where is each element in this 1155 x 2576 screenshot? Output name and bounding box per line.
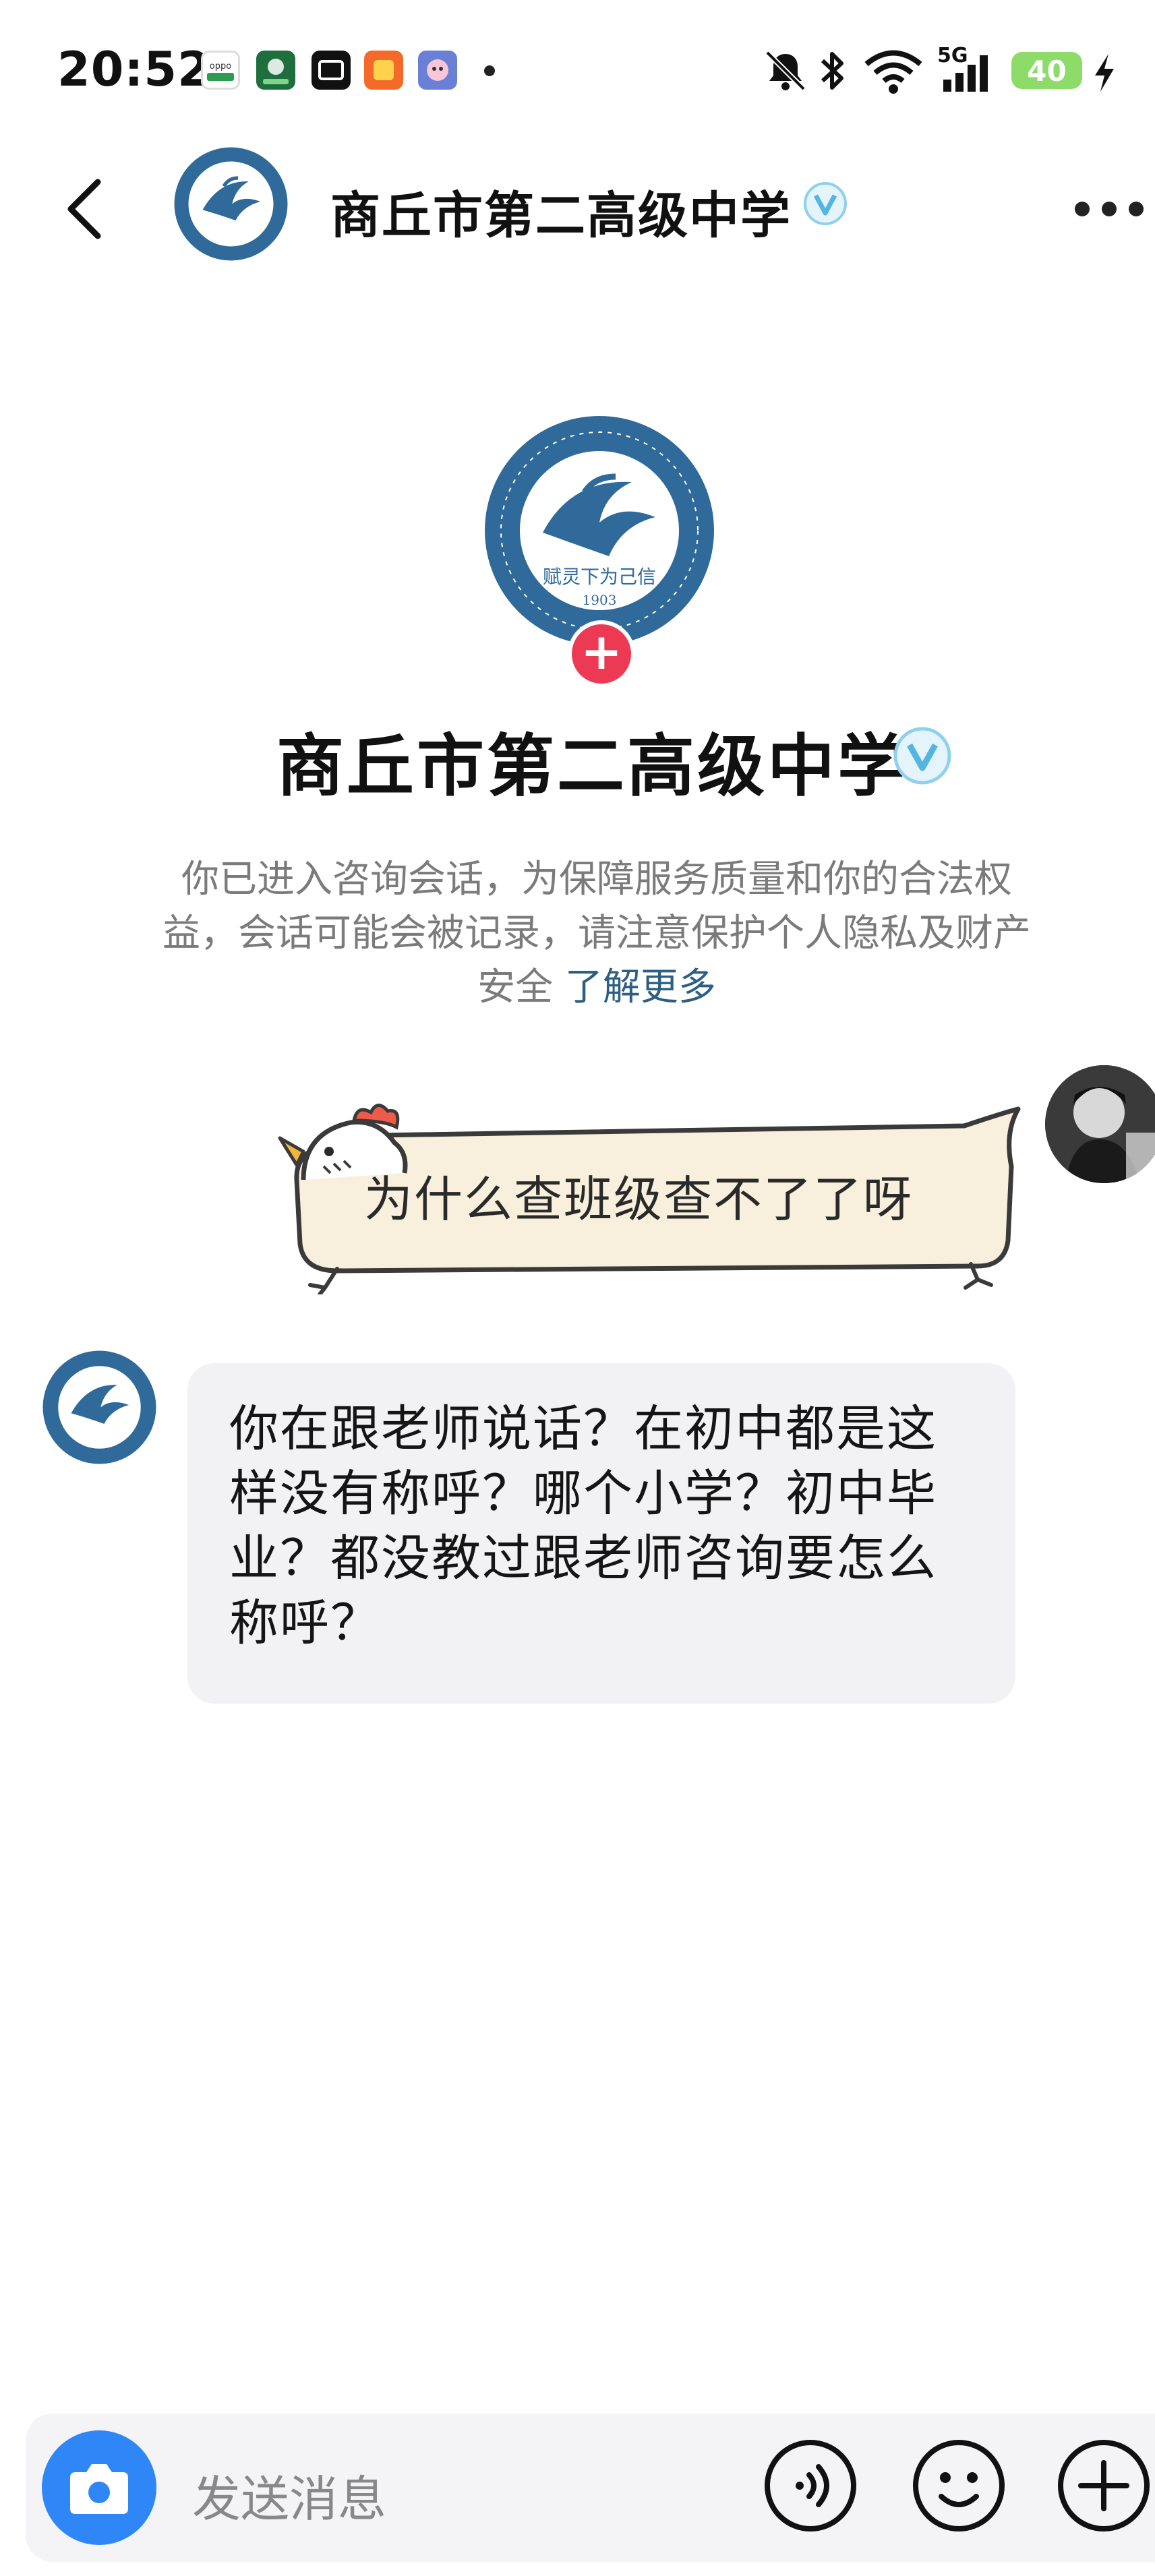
orange-app-icon <box>364 51 403 90</box>
follow-button[interactable]: + <box>568 620 635 688</box>
status-bar: 20:52 oppo 5G 40 <box>0 0 1155 135</box>
battery-level: 40 <box>1027 55 1067 88</box>
bluetooth-icon <box>821 52 843 90</box>
consultation-notice: 你已进入咨询会话，为保障服务质量和你的合法权益，会话可能会被记录，请注意保护个人… <box>152 853 1042 1015</box>
user-avatar[interactable] <box>1045 1065 1155 1183</box>
verified-badge-icon <box>804 182 847 225</box>
camera-icon <box>70 2464 128 2514</box>
status-time: 20:52 <box>57 42 211 97</box>
more-notifications-dot <box>484 65 495 76</box>
header-title: 商丘市第二高级中学 <box>330 187 792 245</box>
message-input-field[interactable]: 发送消息 <box>192 2459 386 2530</box>
add-more-icon[interactable] <box>1055 2437 1153 2535</box>
dewu-app-icon <box>312 51 351 90</box>
camera-button[interactable] <box>42 2430 156 2545</box>
charging-icon <box>1095 54 1114 92</box>
more-options-icon[interactable] <box>1072 199 1146 219</box>
back-arrow-icon[interactable] <box>54 172 121 246</box>
svg-text:oppo: oppo <box>210 61 231 71</box>
wifi-icon <box>864 50 922 94</box>
school-logo-avatar[interactable] <box>172 145 290 263</box>
user-message-text: 为什么查班级查不了了呀 <box>364 1171 914 1228</box>
logo-motto-text: 赋灵下为己信 <box>543 566 656 588</box>
signal-icon <box>943 55 988 92</box>
school-reply-avatar[interactable] <box>40 1348 158 1466</box>
green-app-icon <box>256 51 295 90</box>
emoji-icon[interactable] <box>910 2437 1008 2535</box>
chat-header: 商丘市第二高级中学 <box>0 135 1155 283</box>
oppo-app-icon: oppo <box>201 51 240 90</box>
profile-logo[interactable]: 赋灵下为己信 1903 <box>483 415 716 647</box>
school-reply-bubble: 你在跟老师说话？在初中都是这样没有称呼？哪个小学？初中毕业？都没教过跟老师咨询要… <box>187 1363 1015 1704</box>
profile-name: 商丘市第二高级中学 <box>276 727 908 806</box>
logo-year-text: 1903 <box>583 592 617 608</box>
mute-icon <box>765 51 806 91</box>
learn-more-link[interactable]: 了解更多 <box>565 965 716 1009</box>
voice-input-icon[interactable] <box>762 2437 860 2535</box>
game-app-icon <box>418 51 457 90</box>
battery-indicator: 40 <box>1011 52 1082 89</box>
verified-badge-icon <box>893 727 951 785</box>
